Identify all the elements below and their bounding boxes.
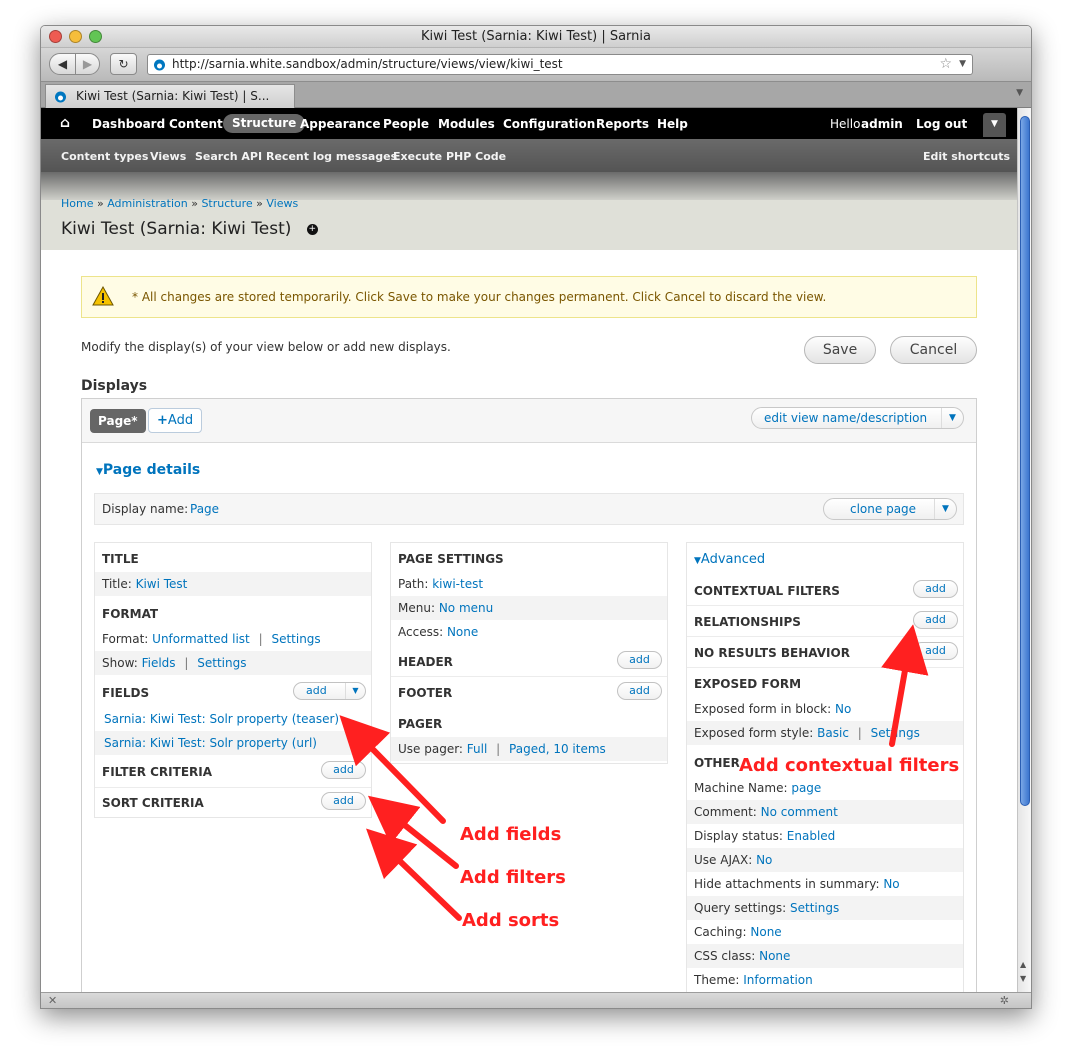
annotation-arrows xyxy=(339,624,929,921)
tab-bar: Kiwi Test (Sarnia: Kiwi Test) | S... ▼ xyxy=(41,82,1031,108)
url-dropdown-icon[interactable]: ▼ xyxy=(959,55,966,74)
scrollbar-thumb[interactable] xyxy=(1020,116,1030,806)
tab-overflow-icon[interactable]: ▼ xyxy=(1016,88,1023,98)
address-bar[interactable]: http://sarnia.white.sandbox/admin/struct… xyxy=(147,54,973,75)
forward-arrow-icon: ▶ xyxy=(82,57,93,71)
title-bar: Kiwi Test (Sarnia: Kiwi Test) | Sarnia xyxy=(41,26,1031,48)
browser-toolbar: ◀ ▶ ↻ http://sarnia.white.sandbox/admin/… xyxy=(41,48,1031,82)
vertical-scrollbar[interactable]: ▲ ▼ xyxy=(1017,108,1031,992)
forward-button[interactable]: ▶ xyxy=(75,53,100,75)
browser-tab[interactable]: Kiwi Test (Sarnia: Kiwi Test) | S... xyxy=(45,84,295,108)
annotation-add-contextual-filters: Add contextual filters xyxy=(739,755,960,776)
drupal-favicon-icon xyxy=(55,91,66,103)
annotation-add-fields: Add fields xyxy=(460,824,562,845)
browser-window: Kiwi Test (Sarnia: Kiwi Test) | Sarnia ◀… xyxy=(40,25,1032,1009)
back-arrow-icon: ◀ xyxy=(57,57,68,71)
reload-icon: ↻ xyxy=(118,57,129,71)
puzzle-icon[interactable]: ✲ xyxy=(1000,994,1009,1007)
annotation-add-sorts: Add sorts xyxy=(462,910,560,931)
page-viewport: ⌂ Dashboard Content Structure Appearance… xyxy=(41,108,1017,992)
reload-button[interactable]: ↻ xyxy=(110,53,137,75)
close-status-icon[interactable]: ✕ xyxy=(48,994,57,1007)
arrow-to-sorts-add xyxy=(366,828,462,921)
arrow-to-fields-add xyxy=(339,715,446,824)
tab-title: Kiwi Test (Sarnia: Kiwi Test) | S... xyxy=(76,89,270,103)
drupal-favicon-icon xyxy=(154,59,165,71)
url-text: http://sarnia.white.sandbox/admin/struct… xyxy=(172,57,563,71)
scroll-down-arrow-icon[interactable]: ▼ xyxy=(1020,974,1026,983)
arrow-to-contextual-add xyxy=(881,624,929,747)
scroll-up-arrow-icon[interactable]: ▲ xyxy=(1020,960,1026,969)
back-button[interactable]: ◀ xyxy=(49,53,76,75)
status-bar: ✕ ✲ xyxy=(41,992,1031,1008)
window-title: Kiwi Test (Sarnia: Kiwi Test) | Sarnia xyxy=(421,29,651,44)
bookmark-star-icon[interactable]: ☆ xyxy=(939,55,952,74)
annotation-add-filters: Add filters xyxy=(460,867,566,888)
